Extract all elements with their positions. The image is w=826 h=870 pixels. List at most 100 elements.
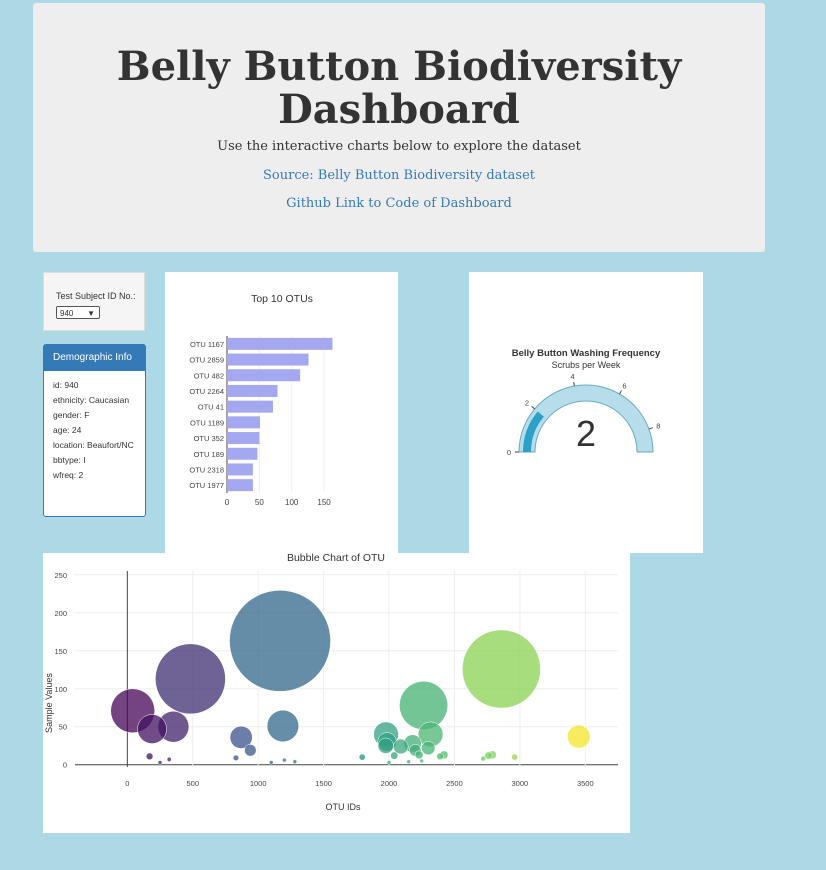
bubble-point <box>414 750 424 760</box>
bubble-point <box>229 590 331 692</box>
gauge-tick <box>573 381 575 387</box>
bubble-point <box>419 758 424 764</box>
chevron-down-icon: ▼ <box>87 309 95 318</box>
bubble-ytick-label: 250 <box>54 571 67 580</box>
gauge-tick <box>619 390 622 395</box>
bar-chart-card: Top 10 OTUs 0 50 100 150 OTU 1167 OTU 2859 OTU… <box>165 272 398 553</box>
bubble-point <box>292 759 298 764</box>
bubble-point <box>567 724 591 749</box>
bubble-point <box>511 753 518 761</box>
bar-mark <box>227 463 253 476</box>
header-jumbotron: Belly Button Biodiversity Dashboard Use … <box>33 3 765 252</box>
source-link[interactable]: Source: Belly Button Biodiversity datase… <box>33 168 765 183</box>
gauge-chart-card: Belly Button Washing Frequency Scrubs pe… <box>469 272 703 553</box>
bar-mark <box>227 479 253 492</box>
lead-text: Use the interactive charts below to expl… <box>217 139 581 154</box>
bubble-point <box>157 760 163 765</box>
gauge-tick-label: 0 <box>507 448 511 457</box>
bar-category-label: OTU 189 <box>194 450 224 459</box>
demo-item: age: 24 <box>53 425 82 435</box>
bar-xtick-label: 50 <box>255 498 264 507</box>
bubble-point <box>166 756 172 762</box>
bar-mark <box>227 432 260 445</box>
bubble-point <box>462 629 541 709</box>
bubble-ytick-label: 200 <box>54 609 67 618</box>
bubble-xtick-label: 3500 <box>577 779 594 788</box>
gauge-tick <box>531 405 535 410</box>
bar-category-label: OTU 2318 <box>189 465 224 474</box>
bar-category-label: OTU 482 <box>194 371 224 380</box>
bubble-point <box>436 752 444 761</box>
bar-category-label: OTU 2264 <box>189 387 224 396</box>
bubble-point <box>386 760 392 765</box>
bubble-xtick-label: 2500 <box>446 779 463 788</box>
bar-category-label: OTU 1189 <box>190 418 224 427</box>
bubble-point <box>155 643 226 715</box>
bubble-xtick-label: 1500 <box>315 779 332 788</box>
demographic-panel: Demographic Info id: 940 ethnicity: Cauc… <box>43 344 146 517</box>
github-link[interactable]: Github Link to Code of Dashboard <box>33 196 765 211</box>
bubble-point <box>399 681 448 730</box>
bar-category-label: OTU 352 <box>194 434 224 443</box>
bubble-xtick-label: 3000 <box>512 779 529 788</box>
bar-mark <box>227 447 258 460</box>
subject-selector-well: Test Subject ID No.: 940 ▼ <box>43 272 145 331</box>
bar-mark <box>227 337 333 350</box>
bar-category-label: OTU 1167 <box>190 340 224 349</box>
bubble-point <box>266 709 299 743</box>
bubble-chart-card: Bubble Chart of OTU OTU IDs Sample Value… <box>43 552 630 833</box>
bubble-point <box>232 754 239 761</box>
bubble-ytick-label: 100 <box>54 685 67 694</box>
gauge-tick-label: 4 <box>571 372 575 381</box>
bubble-xtick-label: 2000 <box>381 779 398 788</box>
bar-category-label: OTU 2859 <box>189 356 224 365</box>
bubble-point <box>244 744 257 757</box>
demo-item: location: Beaufort/NC <box>53 440 134 450</box>
demographic-title: Demographic Info <box>44 345 145 371</box>
bubble-ytick-label: 50 <box>59 723 67 732</box>
bubble-point <box>269 760 274 765</box>
bubble-point <box>137 714 167 744</box>
bubble-point <box>393 738 409 755</box>
gauge-value: 2 <box>576 413 596 454</box>
demo-item: id: 940 <box>53 380 79 390</box>
bar-mark <box>227 369 301 382</box>
gauge-subtitle: Scrubs per Week <box>552 360 621 370</box>
bar-category-label: OTU 1977 <box>189 481 224 490</box>
demo-item: bbtype: I <box>53 455 86 465</box>
gauge-tick-label: 8 <box>656 422 660 431</box>
gauge-tick-label: 6 <box>622 381 626 390</box>
bar-xtick-label: 150 <box>317 498 331 507</box>
bubble-point <box>282 757 287 763</box>
bar-xtick-label: 0 <box>225 498 230 507</box>
bubble-point <box>377 737 394 754</box>
subject-select-value: 940 <box>60 309 74 318</box>
bar-category-label: OTU 41 <box>198 403 224 412</box>
bubble-point <box>358 753 366 761</box>
subject-select[interactable]: 940 ▼ <box>56 306 100 319</box>
gauge-tick <box>648 427 653 430</box>
bubble-point <box>390 751 399 760</box>
bubble-point <box>480 755 486 762</box>
bar-chart: Top 10 OTUs 0 50 100 150 OTU 1167 OTU 2859 OTU… <box>189 293 333 507</box>
bubble-xlabel: OTU IDs <box>326 802 361 812</box>
bar-mark <box>227 353 309 366</box>
bar-mark <box>227 416 260 429</box>
page-title: Belly Button Biodiversity Dashboard <box>116 43 682 133</box>
gauge-chart: Belly Button Washing Frequency Scrubs pe… <box>507 348 661 457</box>
demo-item: wfreq: 2 <box>53 470 84 480</box>
demo-item: gender: F <box>53 410 90 420</box>
bar-mark <box>227 384 278 397</box>
bubble-chart-title: Bubble Chart of OTU <box>287 553 385 564</box>
bubble-point <box>406 759 411 764</box>
bubble-chart: Bubble Chart of OTU OTU IDs Sample Value… <box>44 552 618 812</box>
bar-xtick-label: 100 <box>285 498 299 507</box>
bar-chart-title: Top 10 OTUs <box>251 293 313 305</box>
gauge-title: Belly Button Washing Frequency <box>512 348 661 359</box>
demographic-body: id: 940 ethnicity: Caucasian gender: F a… <box>44 371 145 480</box>
bar-mark <box>227 400 273 413</box>
demo-item: ethnicity: Caucasian <box>53 395 130 405</box>
gauge-tick-label: 2 <box>525 399 529 408</box>
bubble-xtick-label: 1000 <box>250 779 267 788</box>
bubble-ytick-label: 150 <box>54 647 67 656</box>
